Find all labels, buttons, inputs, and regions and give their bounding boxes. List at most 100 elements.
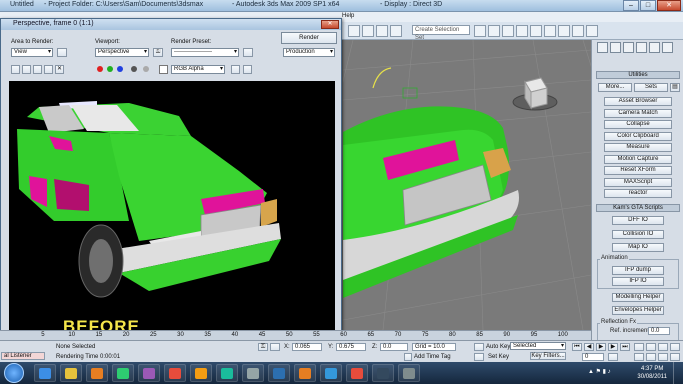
absolute-mode-icon[interactable] xyxy=(270,343,280,351)
zoom-icon[interactable] xyxy=(634,343,644,351)
motion-tab-icon[interactable] xyxy=(636,42,647,53)
orbit-icon[interactable] xyxy=(658,353,668,361)
y-coordinate-field[interactable]: 0.675 xyxy=(336,343,366,351)
render-window-close-button[interactable]: ✕ xyxy=(321,20,339,29)
taskbar-extra-icon[interactable] xyxy=(398,364,420,382)
minimize-button[interactable]: – xyxy=(623,0,639,11)
alpha-channel-icon[interactable] xyxy=(131,66,137,72)
monochrome-icon[interactable] xyxy=(143,66,149,72)
x-coordinate-field[interactable]: 0.065 xyxy=(292,343,322,351)
render-setup-icon[interactable] xyxy=(243,48,253,57)
maxscript-listener[interactable]: al Listener xyxy=(1,352,45,360)
taskbar-browser-icon[interactable] xyxy=(190,364,212,382)
go-to-end-icon[interactable]: ⏭ xyxy=(620,343,630,351)
zoom-extents-all-icon[interactable] xyxy=(670,343,680,351)
quick-render-icon[interactable] xyxy=(586,25,598,37)
more-button[interactable]: More... xyxy=(598,83,632,92)
scale-icon[interactable] xyxy=(390,25,402,37)
play-icon[interactable]: ▶ xyxy=(596,343,606,351)
utility-button-asset-browser[interactable]: Asset Browser xyxy=(604,97,672,106)
set-key-icon[interactable] xyxy=(474,353,484,361)
utilities-tab-icon[interactable] xyxy=(662,42,673,53)
production-dropdown[interactable]: Production xyxy=(283,48,335,57)
collision-io-button[interactable]: Collision IO xyxy=(612,230,664,239)
taskbar-app-icon[interactable] xyxy=(138,364,160,382)
utility-button-maxscript[interactable]: MAXScript xyxy=(604,177,672,187)
fov-icon[interactable] xyxy=(634,353,644,361)
time-config-icon[interactable] xyxy=(608,353,618,361)
time-tag-icon[interactable] xyxy=(404,353,412,361)
perspective-viewport[interactable] xyxy=(343,40,591,330)
ifp-io-button[interactable]: IFP IO xyxy=(612,277,664,286)
utility-button-motion-capture[interactable]: Motion Capture xyxy=(604,154,672,164)
sets-button[interactable]: Sets xyxy=(634,83,668,92)
key-filters-button[interactable]: Key Filters... xyxy=(530,352,566,360)
envelopes-helper-button[interactable]: Envelopes Helper xyxy=(612,306,664,315)
clock[interactable]: 4:37 PM 30/08/2011 xyxy=(637,365,667,381)
taskbar-ie-icon[interactable] xyxy=(34,364,56,382)
align-icon[interactable] xyxy=(488,25,500,37)
ref-increment-field[interactable]: 0.0 xyxy=(648,327,670,335)
utility-button-camera-match[interactable]: Camera Match xyxy=(604,108,672,118)
display-tab-icon[interactable] xyxy=(649,42,660,53)
go-to-start-icon[interactable]: ⏮ xyxy=(572,343,582,351)
area-to-render-dropdown[interactable]: View xyxy=(11,48,53,57)
modify-tab-icon[interactable] xyxy=(610,42,621,53)
set-key-button[interactable]: Set Key xyxy=(488,354,509,360)
utility-button-reset-xform[interactable]: Reset XForm xyxy=(604,166,672,175)
show-desktop-button[interactable] xyxy=(673,362,683,384)
hierarchy-tab-icon[interactable] xyxy=(623,42,634,53)
menu-help[interactable]: Help xyxy=(342,13,354,19)
selection-set-field[interactable]: Create Selection Set xyxy=(412,25,470,41)
save-image-icon[interactable] xyxy=(11,65,20,74)
taskbar-explorer-icon[interactable] xyxy=(60,364,82,382)
taskbar-steam-icon[interactable] xyxy=(372,364,394,382)
zoom-all-icon[interactable] xyxy=(646,343,656,351)
zoom-extents-icon[interactable] xyxy=(658,343,668,351)
clear-image-icon[interactable]: ✕ xyxy=(55,65,64,74)
tray-icons[interactable]: ▲ ⚑ ▮ ♪ xyxy=(588,368,628,378)
taskbar-maxscript-icon[interactable] xyxy=(242,364,264,382)
utilities-rollout-header[interactable]: Utilities xyxy=(596,71,680,79)
auto-key-button[interactable]: Auto Key xyxy=(486,344,510,350)
green-channel-icon[interactable] xyxy=(107,66,113,72)
modelling-helper-button[interactable]: Modelling Helper xyxy=(612,293,664,302)
viewcube-icon[interactable] xyxy=(511,68,559,116)
start-button[interactable] xyxy=(4,363,24,383)
move-icon[interactable] xyxy=(362,25,374,37)
taskbar-chrome-icon[interactable] xyxy=(346,364,368,382)
render-setup-icon[interactable] xyxy=(558,25,570,37)
render-preset-dropdown[interactable]: ------------------- xyxy=(171,48,239,57)
maximize-button[interactable]: □ xyxy=(640,0,656,11)
curve-editor-icon[interactable] xyxy=(516,25,528,37)
schematic-icon[interactable] xyxy=(530,25,542,37)
key-mode-icon[interactable] xyxy=(474,343,484,351)
clone-frame-icon[interactable] xyxy=(33,65,42,74)
toggle-overlay-icon[interactable] xyxy=(243,65,252,74)
taskbar-messenger-icon[interactable] xyxy=(112,364,134,382)
utility-button-measure[interactable]: Measure xyxy=(604,143,672,152)
utility-button-collapse[interactable]: Collapse xyxy=(604,120,672,129)
lock-viewport-icon[interactable]: ⚿ xyxy=(153,48,163,57)
swatch-icon[interactable] xyxy=(159,65,168,74)
auto-key-selection-dropdown[interactable]: Selected xyxy=(510,342,566,350)
select-icon[interactable] xyxy=(348,25,360,37)
utility-button-color-clipboard[interactable]: Color Clipboard xyxy=(604,131,672,141)
lock-selection-icon[interactable]: ⚿ xyxy=(258,343,268,351)
material-editor-icon[interactable] xyxy=(544,25,556,37)
close-button[interactable]: ✕ xyxy=(657,0,681,11)
mirror-icon[interactable] xyxy=(474,25,486,37)
print-image-icon[interactable] xyxy=(44,65,53,74)
z-coordinate-field[interactable]: 0.0 xyxy=(380,343,408,351)
add-time-tag[interactable]: Add Time Tag xyxy=(414,354,451,360)
kams-rollout-header[interactable]: Kam's GTA Scripts xyxy=(596,204,680,212)
rotate-icon[interactable] xyxy=(376,25,388,37)
render-frame-icon[interactable] xyxy=(572,25,584,37)
render-button[interactable]: Render xyxy=(281,32,337,44)
dff-io-button[interactable]: DFF IO xyxy=(612,216,664,225)
map-io-button[interactable]: Map IO xyxy=(612,243,664,252)
ifp-dump-button[interactable]: IFP dump xyxy=(612,266,664,275)
taskbar-skype-icon[interactable] xyxy=(320,364,342,382)
channel-display-dropdown[interactable]: RGB Alpha xyxy=(171,65,225,74)
edit-region-icon[interactable] xyxy=(57,48,67,57)
